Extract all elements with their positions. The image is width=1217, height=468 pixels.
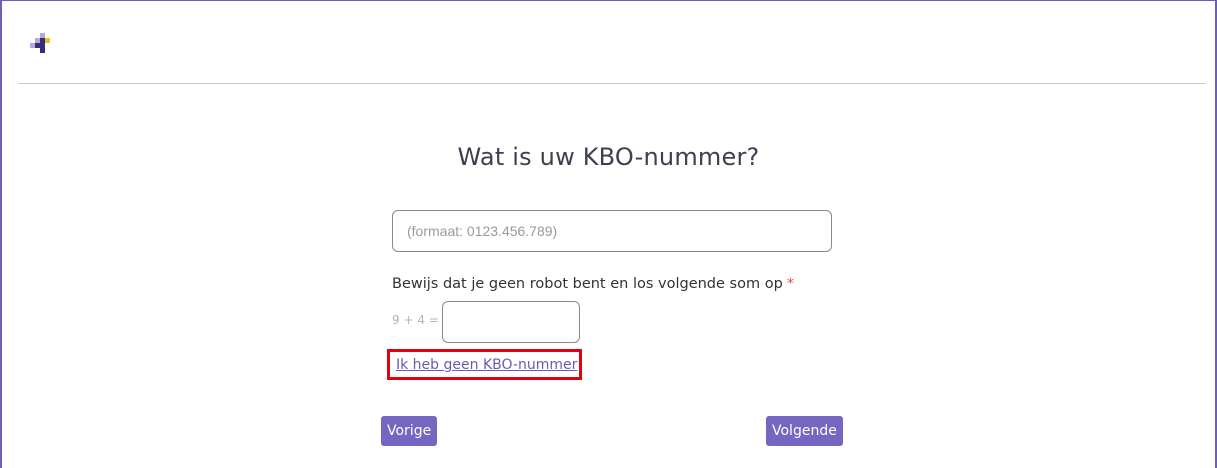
captcha-answer-input[interactable] (442, 301, 580, 343)
brand-logo-icon (30, 33, 50, 55)
previous-button[interactable]: Vorige (381, 416, 438, 446)
kbo-number-input[interactable] (392, 210, 832, 252)
required-marker: * (786, 276, 795, 292)
no-kbo-number-link[interactable]: Ik heb geen KBO-nummer (396, 357, 577, 373)
page-title: Wat is uw KBO-nummer? (457, 143, 760, 171)
captcha-label: Bewijs dat je geen robot bent en los vol… (392, 276, 794, 292)
header-divider (18, 83, 1206, 84)
captcha-question: 9 + 4 = (392, 313, 439, 327)
captcha-label-text: Bewijs dat je geen robot bent en los vol… (392, 276, 783, 292)
next-button[interactable]: Volgende (766, 416, 843, 446)
